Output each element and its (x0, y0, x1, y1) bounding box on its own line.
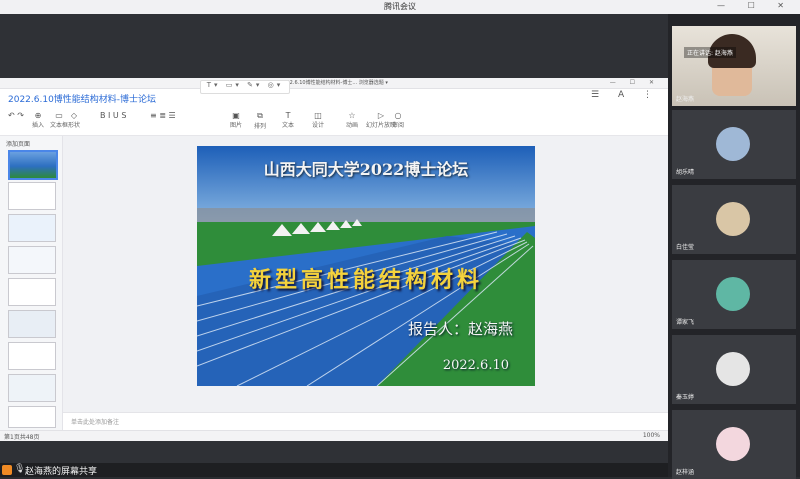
thumbnail-2[interactable] (8, 182, 56, 210)
avatar (716, 352, 750, 386)
floating-format-bar[interactable]: T▾ ▭▾ ✎▾ ◎▾ (200, 80, 290, 94)
notes-area[interactable]: 单击此处添加备注 (63, 412, 668, 431)
thumbnail-9[interactable] (8, 406, 56, 428)
review-icon: ○ (394, 111, 402, 120)
top-right-icons[interactable]: ☰ A ⋮ (591, 90, 660, 100)
speaking-indicator: 正在讲话: 赵海燕 (684, 47, 736, 58)
avatar (716, 277, 750, 311)
insert-icon: ⊕ (34, 111, 42, 120)
share-label: 赵海燕的屏幕共享 (25, 467, 98, 477)
zoom-level[interactable]: 100% (643, 432, 660, 439)
title-bar: 腾讯会议 — ☐ ✕ (0, 0, 800, 15)
toolbar-review[interactable]: ○ 审阅 (392, 111, 404, 129)
thumbnail-8[interactable] (8, 374, 56, 402)
toolbar-design[interactable]: ◫ 设计 (312, 111, 324, 129)
participant-tile[interactable]: 谭家飞 (672, 260, 796, 329)
thumbnail-6[interactable] (8, 310, 56, 338)
mic-icon[interactable]: 🎙 (14, 464, 25, 474)
page-indicator: 第1页共48页 (4, 434, 40, 441)
participant-tile[interactable]: 白佳莹 (672, 185, 796, 254)
participant-name: 胡乐晴 (676, 169, 695, 176)
undo-redo-group[interactable]: ↶ ↷ (8, 111, 24, 120)
window-title: 腾讯会议 (384, 2, 416, 11)
picture-icon: ▣ (232, 111, 240, 120)
design-icon: ◫ (314, 111, 322, 120)
avatar (716, 427, 750, 461)
app-window-controls[interactable]: — ☐ ✕ (610, 79, 660, 86)
paragraph-group[interactable]: ≡ ≣ ☰ (150, 111, 176, 120)
toolbar-textbox[interactable]: ▭ 文本框 (50, 111, 68, 129)
thumbnail-1[interactable] (8, 150, 58, 180)
thumbnail-7[interactable] (8, 342, 56, 370)
thumbnail-4[interactable] (8, 246, 56, 274)
slide-main-title: 新型高性能结构材料 (248, 268, 483, 293)
thumbnail-3[interactable] (8, 214, 56, 242)
font-format-group[interactable]: B I U S (100, 111, 126, 120)
toolbar-text[interactable]: T 文本 (282, 111, 294, 129)
participant-name: 谭家飞 (676, 319, 695, 326)
document-title: 2022.6.10博性能结构材料-博士论坛 (8, 95, 157, 105)
animation-icon: ☆ (348, 111, 356, 120)
thumbnail-5[interactable] (8, 278, 56, 306)
slide-reporter: 报告人：赵海燕 (407, 320, 513, 338)
screen-share-bar: 🎙 赵海燕的屏幕共享 (0, 463, 668, 477)
participant-name: 白佳莹 (676, 244, 695, 251)
participant-tile[interactable]: 秦玉婷 (672, 335, 796, 404)
slide-thumbnails-panel: 添加页面 (0, 136, 63, 431)
toolbar-insert[interactable]: ⊕ 插入 (32, 111, 44, 129)
share-user-icon (2, 465, 12, 475)
toolbar-shape[interactable]: ◇ 形状 (68, 111, 80, 129)
current-slide: 山西大同大学2022博士论坛 新型高性能结构材料 报告人：赵海燕 2022.6.… (197, 146, 535, 386)
notes-placeholder: 单击此处添加备注 (71, 419, 120, 426)
participants-panel: 正在讲话: 赵海燕 赵海燕 胡乐晴 白佳莹 谭家飞 秦玉婷 赵梓涵 (668, 14, 800, 479)
shape-icon: ◇ (70, 111, 78, 120)
toolbar-picture[interactable]: ▣ 图片 (230, 111, 242, 129)
text-icon: T (285, 111, 291, 120)
avatar (716, 127, 750, 161)
avatar (716, 202, 750, 236)
textbox-icon: ▭ (55, 111, 63, 120)
participant-name: 秦玉婷 (676, 394, 695, 401)
toolbar-arrange[interactable]: ⧉ 排列 (254, 111, 266, 130)
add-page-button[interactable]: 添加页面 (0, 136, 62, 151)
participant-tile[interactable]: 胡乐晴 (672, 110, 796, 179)
slide-header-title: 山西大同大学2022博士论坛 (263, 160, 469, 179)
app-tab-title: 2022.6.10博性能结构材料-博士... 浏览器选题 ▾ (280, 80, 388, 86)
participant-name: 赵海燕 (676, 96, 695, 103)
app-titlebar: 2022.6.10博性能结构材料-博士... 浏览器选题 ▾ — ☐ ✕ (0, 78, 668, 89)
ribbon-toolbar: ↶ ↷ ⊕ 插入 ▭ 文本框 ◇ 形状 B I U S ≡ ≣ ☰ ▣ 图片 ⧉ 排列 T… (0, 109, 668, 136)
status-bar: 第1页共48页 100% (0, 430, 668, 441)
arrange-icon: ⧉ (257, 111, 263, 120)
participant-tile[interactable]: 赵梓涵 (672, 410, 796, 479)
participant-tile-speaker[interactable]: 正在讲话: 赵海燕 赵海燕 (672, 26, 796, 106)
slide-date: 2022.6.10 (442, 358, 509, 373)
toolbar-animation[interactable]: ☆ 动画 (346, 111, 358, 129)
window-controls[interactable]: — ☐ ✕ (717, 1, 794, 10)
participant-name: 赵梓涵 (676, 469, 695, 476)
